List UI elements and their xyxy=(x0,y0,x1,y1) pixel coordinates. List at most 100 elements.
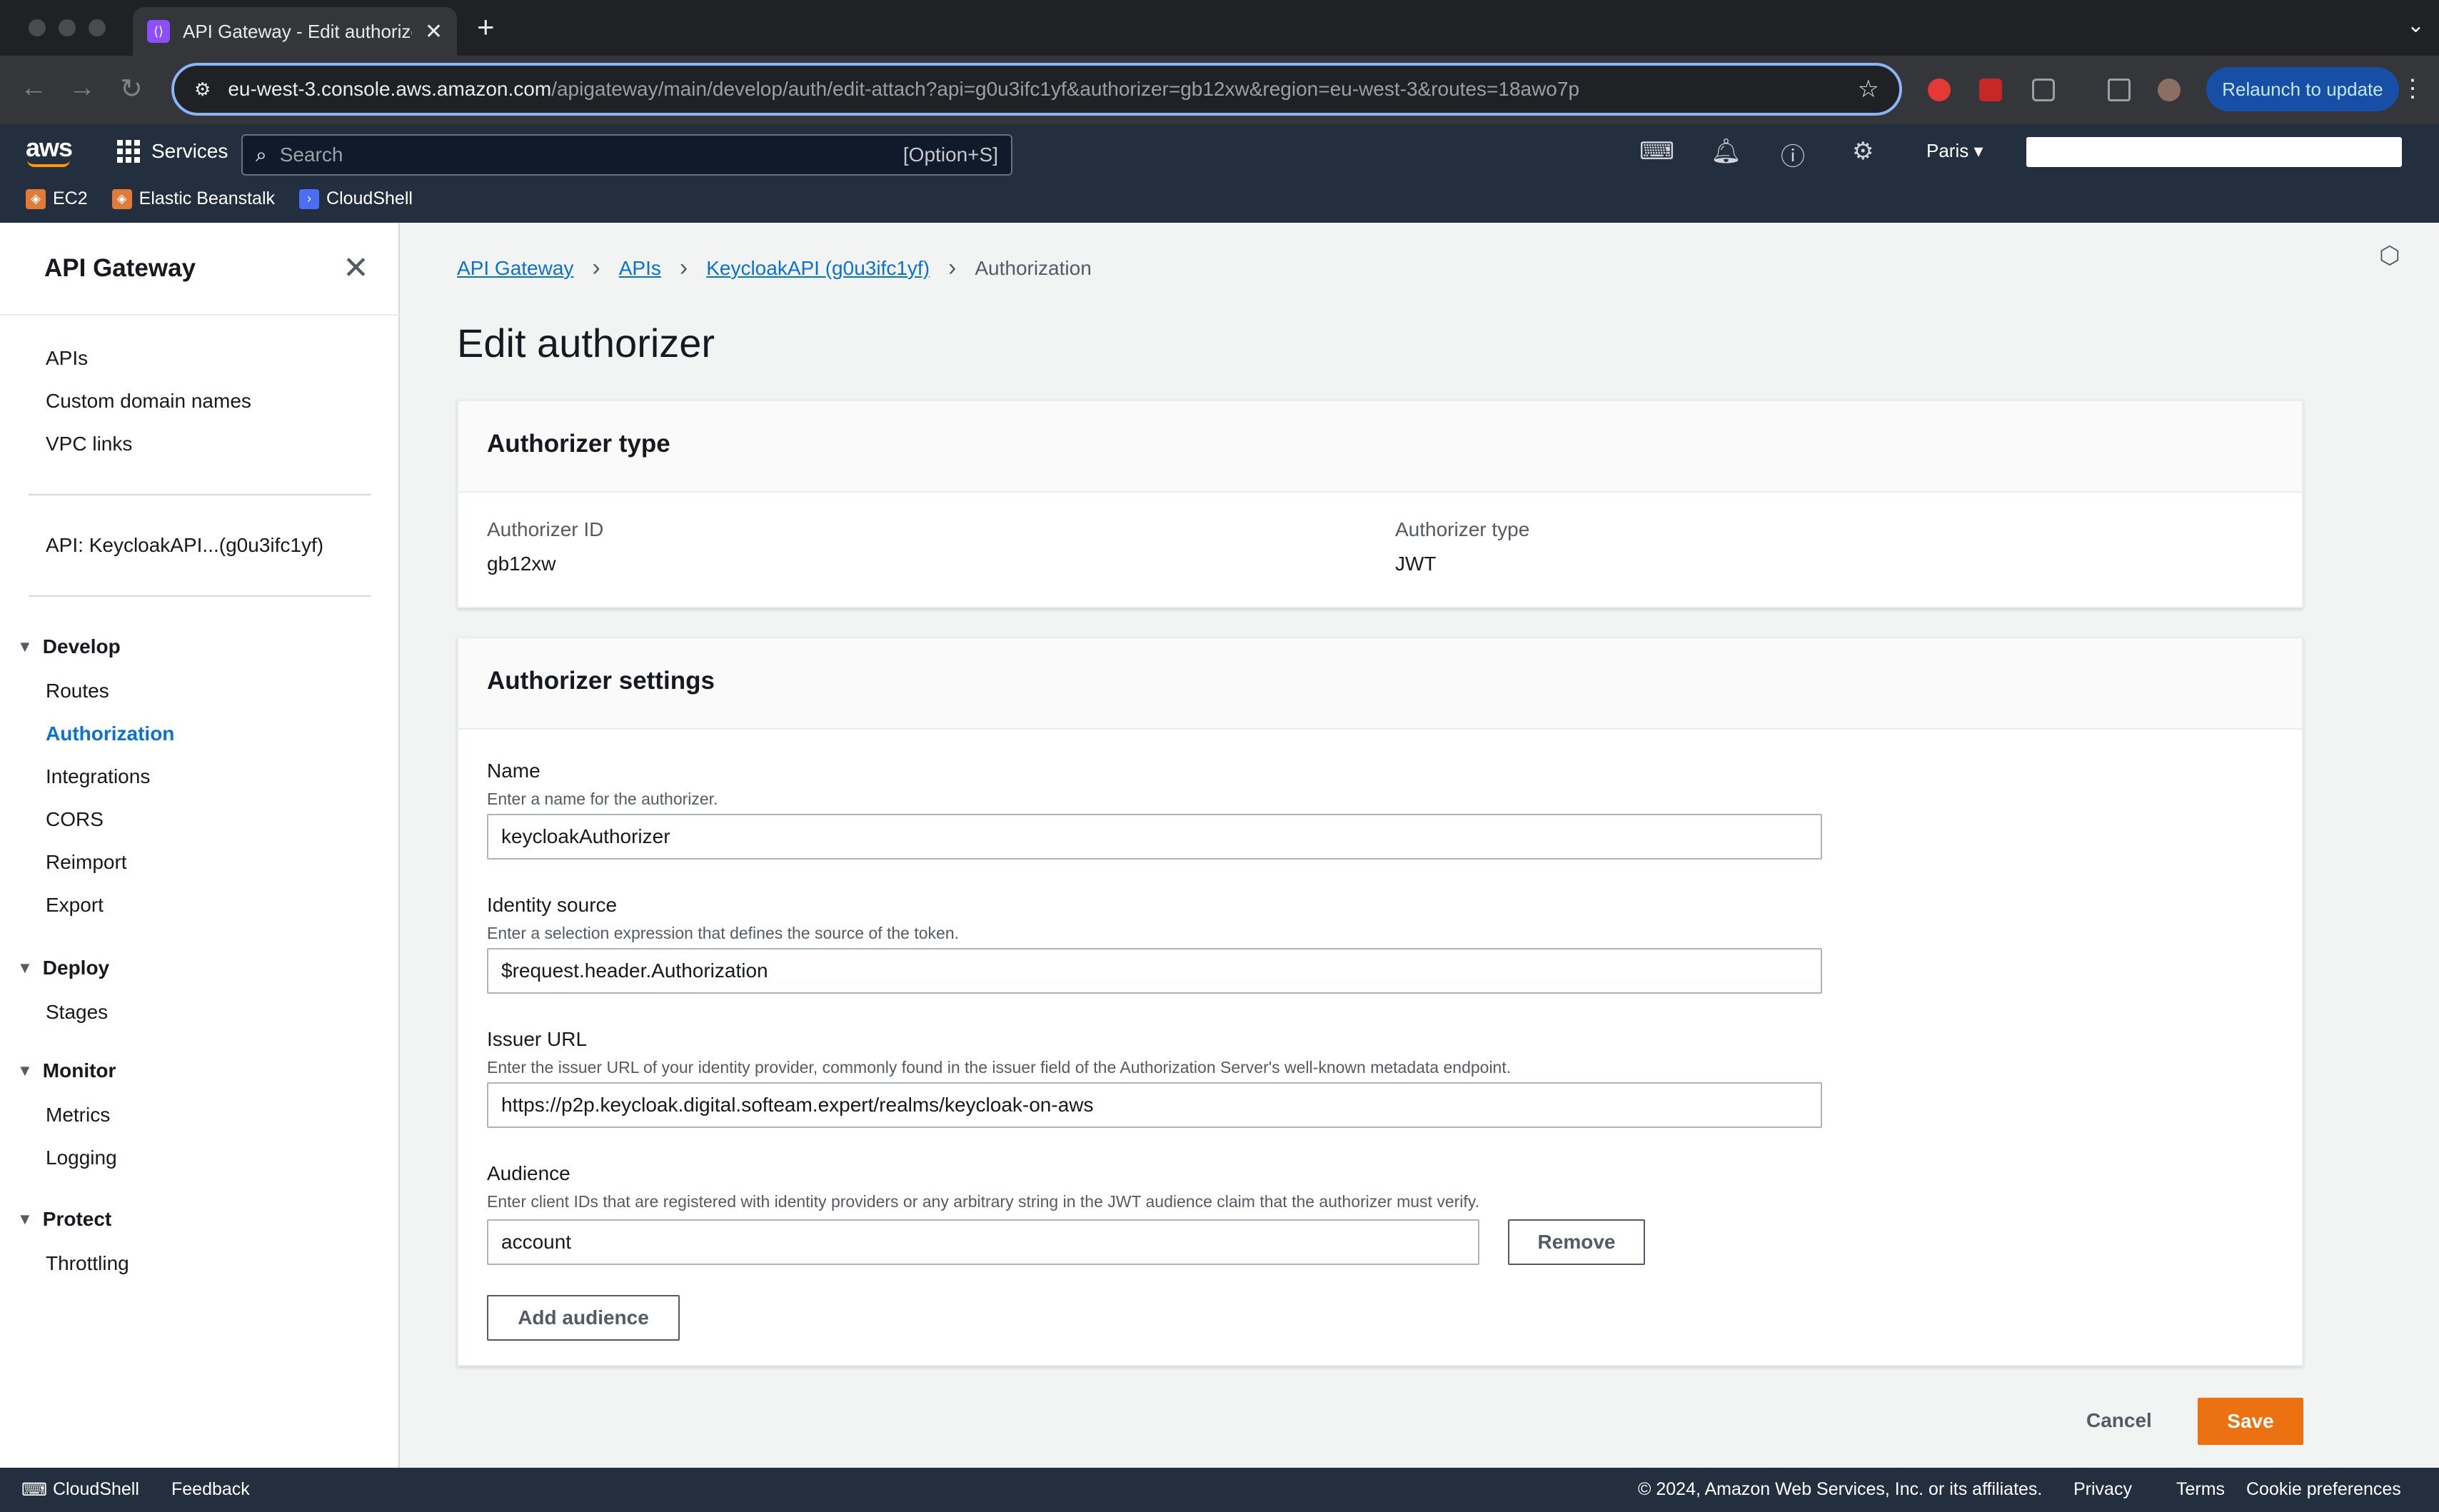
search-input[interactable]: ⌕ Search [Option+S] xyxy=(241,134,1012,176)
api-gateway-favicon-icon: ⟨⟩ xyxy=(147,20,170,43)
sidebar-section-develop[interactable]: ▼ Develop xyxy=(17,635,121,658)
identity-source-input[interactable] xyxy=(487,948,1822,994)
browser-tab[interactable]: ⟨⟩ API Gateway - Edit authorizer ✕ xyxy=(133,7,457,56)
identity-source-label: Identity source xyxy=(487,894,618,916)
footer-copyright: © 2024, Amazon Web Services, Inc. or its… xyxy=(1638,1479,2043,1499)
profile-avatar[interactable] xyxy=(2158,79,2181,101)
sidebar-item-reimport[interactable]: Reimport xyxy=(46,851,127,874)
footer-privacy[interactable]: Privacy xyxy=(2073,1479,2132,1500)
ec2-icon: ◈ xyxy=(26,188,46,209)
breadcrumb-current: Authorization xyxy=(975,256,1092,279)
extension-icon[interactable] xyxy=(1928,79,1951,101)
caret-down-icon: ▼ xyxy=(17,1210,33,1228)
extension-icon[interactable] xyxy=(1979,79,2002,101)
issuer-url-label: Issuer URL xyxy=(487,1028,588,1050)
name-description: Enter a name for the authorizer. xyxy=(487,790,718,808)
favorite-ec2[interactable]: ◈ EC2 xyxy=(26,188,88,209)
sidebar-item-stages[interactable]: Stages xyxy=(46,1001,108,1024)
address-bar[interactable]: ⚙ eu-west-3.console.aws.amazon.com/apiga… xyxy=(171,63,1902,116)
sidebar: API Gateway ✕ APIs Custom domain names V… xyxy=(0,223,400,1468)
chevron-right-icon: › xyxy=(948,254,957,281)
services-menu-button[interactable]: Services xyxy=(117,140,228,163)
page-title: Edit authorizer xyxy=(457,321,715,366)
tab-search-icon[interactable]: ⌄ xyxy=(2407,13,2425,38)
sidebar-item-metrics[interactable]: Metrics xyxy=(46,1104,110,1127)
save-button[interactable]: Save xyxy=(2198,1398,2303,1445)
help-icon[interactable]: ⓘ xyxy=(1781,137,1805,172)
browser-tabbar: ⟨⟩ API Gateway - Edit authorizer ✕ + ⌄ xyxy=(0,0,2439,56)
caret-down-icon: ▼ xyxy=(17,1062,33,1079)
settings-gear-icon[interactable]: ⚙ xyxy=(1852,137,1874,166)
notifications-bell-icon[interactable]: 🔔︎ xyxy=(1711,137,1741,166)
audience-label: Audience xyxy=(487,1162,570,1184)
region-selector[interactable]: Paris ▾ xyxy=(1926,140,1983,162)
browser-menu-icon[interactable]: ⋮ xyxy=(2400,74,2425,103)
sidebar-section-protect[interactable]: ▼ Protect xyxy=(17,1208,111,1231)
url-text[interactable]: eu-west-3.console.aws.amazon.com/apigate… xyxy=(228,78,1840,101)
sidebar-item-custom-domain-names[interactable]: Custom domain names xyxy=(46,390,251,413)
issuer-url-input[interactable] xyxy=(487,1082,1822,1128)
back-icon[interactable]: ← xyxy=(20,73,47,104)
sidebar-section-deploy[interactable]: ▼ Deploy xyxy=(17,957,109,979)
elastic-beanstalk-icon: ◈ xyxy=(111,188,132,209)
authorizer-type-label: Authorizer type xyxy=(1395,518,1530,540)
sidebar-item-throttling[interactable]: Throttling xyxy=(46,1252,129,1275)
new-tab-icon[interactable]: + xyxy=(477,10,495,44)
aws-top-nav: aws Services ⌕ Search [Option+S] ⌨ 🔔︎ ⓘ … xyxy=(0,124,2439,223)
caret-down-icon: ▼ xyxy=(17,637,33,655)
sidebar-item-authorization[interactable]: Authorization xyxy=(46,722,174,745)
close-sidebar-icon[interactable]: ✕ xyxy=(343,250,369,286)
sidebar-item-integrations[interactable]: Integrations xyxy=(46,765,150,788)
favorite-elastic-beanstalk[interactable]: ◈ Elastic Beanstalk xyxy=(111,188,275,209)
breadcrumb-apis[interactable]: APIs xyxy=(619,257,661,280)
account-menu[interactable] xyxy=(2026,137,2402,167)
tab-title: API Gateway - Edit authorizer xyxy=(183,20,412,42)
sidebar-item-cors[interactable]: CORS xyxy=(46,808,104,831)
relaunch-button[interactable]: Relaunch to update xyxy=(2206,67,2399,111)
sidebar-item-routes[interactable]: Routes xyxy=(46,680,109,702)
name-input[interactable] xyxy=(487,814,1822,860)
name-label: Name xyxy=(487,760,540,782)
cloudshell-icon[interactable]: ⌨ xyxy=(1639,137,1674,166)
panel-heading: Authorizer type xyxy=(458,401,2302,493)
extensions-puzzle-icon[interactable] xyxy=(2032,79,2055,101)
help-panel-icon[interactable]: ⬡ xyxy=(2379,241,2400,270)
sidebar-item-apis[interactable]: APIs xyxy=(46,347,88,370)
authorizer-type-panel: Authorizer type Authorizer ID gb12xw Aut… xyxy=(457,400,2303,608)
audience-description: Enter client IDs that are registered wit… xyxy=(487,1192,1479,1211)
close-tab-icon[interactable]: ✕ xyxy=(425,19,443,44)
footer-cloudshell[interactable]: CloudShell xyxy=(53,1479,139,1500)
breadcrumb-api-gateway[interactable]: API Gateway xyxy=(457,257,573,280)
audience-input[interactable] xyxy=(487,1219,1479,1265)
footer-feedback[interactable]: Feedback xyxy=(171,1479,250,1500)
authorizer-type-value: JWT xyxy=(1395,553,1437,575)
favorite-cloudshell[interactable]: › CloudShell xyxy=(299,188,413,209)
site-info-icon[interactable]: ⚙ xyxy=(194,79,211,101)
forward-icon[interactable]: → xyxy=(69,73,96,104)
sidebar-title: API Gateway xyxy=(44,254,196,282)
reload-icon[interactable]: ↻ xyxy=(120,73,143,105)
aws-logo[interactable]: aws xyxy=(26,133,73,167)
authorizer-id-value: gb12xw xyxy=(487,553,556,575)
search-icon: ⌕ xyxy=(256,143,267,166)
sidebar-item-vpc-links[interactable]: VPC links xyxy=(46,433,132,455)
remove-audience-button[interactable]: Remove xyxy=(1508,1219,1645,1265)
sidebar-item-api[interactable]: API: KeycloakAPI...(g0u3ifc1yf) xyxy=(46,534,323,557)
grid-icon xyxy=(117,140,140,163)
add-audience-button[interactable]: Add audience xyxy=(487,1295,680,1341)
cloudshell-icon: › xyxy=(299,188,320,209)
chevron-right-icon: › xyxy=(679,254,688,281)
cancel-button[interactable]: Cancel xyxy=(2086,1409,2152,1432)
footer-cookie-preferences[interactable]: Cookie preferences xyxy=(2246,1479,2401,1500)
breadcrumb-api[interactable]: KeycloakAPI (g0u3ifc1yf) xyxy=(706,257,930,280)
browser-toolbar: ← → ↻ ⚙ eu-west-3.console.aws.amazon.com… xyxy=(0,56,2439,124)
footer-terms[interactable]: Terms xyxy=(2176,1479,2225,1500)
bookmark-star-icon[interactable]: ☆ xyxy=(1858,75,1879,104)
main-content: API Gateway › APIs › KeycloakAPI (g0u3if… xyxy=(400,223,2439,1468)
side-panel-icon[interactable] xyxy=(2108,79,2131,101)
sidebar-section-monitor[interactable]: ▼ Monitor xyxy=(17,1059,116,1082)
sidebar-item-export[interactable]: Export xyxy=(46,894,104,917)
chevron-right-icon: › xyxy=(592,254,600,281)
sidebar-item-logging[interactable]: Logging xyxy=(46,1146,117,1169)
window-controls[interactable] xyxy=(29,19,106,36)
